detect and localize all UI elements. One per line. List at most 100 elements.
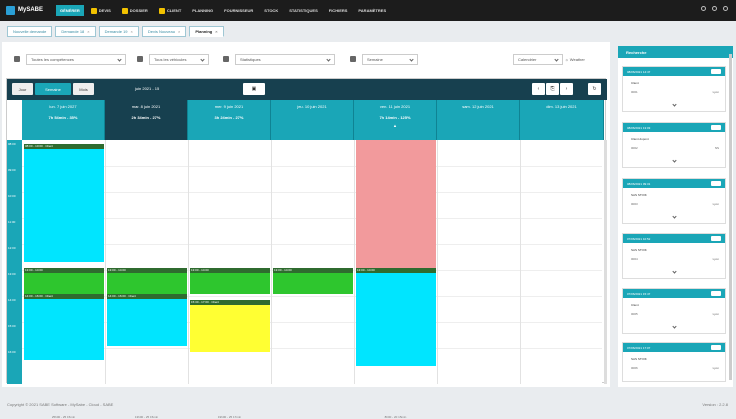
sidebar-scrollbar[interactable] <box>729 54 732 380</box>
page-footer: Copyright © 2021 SABE Software - MySabe … <box>0 398 736 414</box>
copy-button[interactable]: ⎘ <box>546 83 559 95</box>
refresh-button[interactable]: ↻ <box>588 83 601 95</box>
app-logo[interactable]: MySABE <box>6 4 50 16</box>
day-header[interactable]: ven. 11 juin 2021 7h 14min - 125% ▲ <box>354 100 437 140</box>
menu-item-devis[interactable]: DEVIS <box>87 5 115 16</box>
tab-demande-19[interactable]: Demande 19 × <box>98 26 139 37</box>
day-header[interactable]: mer. 9 juin 2021 3h 24min - 27% <box>188 100 271 140</box>
devis-icon <box>90 7 97 14</box>
chevron-down-icon[interactable] <box>672 102 677 107</box>
close-icon[interactable]: × <box>131 29 133 34</box>
event-block[interactable]: 13:00 - 14:00 <box>24 268 104 294</box>
calendar-scrollbar[interactable] <box>604 140 607 384</box>
close-icon[interactable]: × <box>87 29 89 34</box>
prev-button[interactable]: ‹ <box>532 83 545 95</box>
menu-item-stock[interactable]: STOCK <box>260 5 282 16</box>
user-icon[interactable] <box>712 6 717 11</box>
chevron-down-icon[interactable] <box>672 158 677 163</box>
chevron-down-icon[interactable] <box>672 269 677 274</box>
top-navbar: MySABE GÉNÉRER DEVIS DOSSIER CLIENT PLAN… <box>0 0 736 21</box>
event-block[interactable]: 13:00 - 14:00 <box>356 268 436 366</box>
event-block[interactable]: 14:00 - 16:00 · Client <box>24 294 104 360</box>
event-block[interactable]: 13:00 - 14:00 <box>107 268 187 294</box>
tab-nouvelle-demande[interactable]: Nouvelle demande <box>7 26 53 37</box>
menu-item-generer[interactable]: GÉNÉRER <box>56 5 84 16</box>
result-card[interactable]: 08/06/2021 13:03 Client dupont 0002 NS <box>622 122 726 168</box>
tab-demande-18[interactable]: Demande 18 × <box>55 26 96 37</box>
refresh-icon: ↻ <box>592 86 597 92</box>
day-total: 8h00 - 20 15min <box>384 415 407 419</box>
period-select[interactable]: Semaine <box>362 54 418 65</box>
vehicle-select[interactable]: Tous les véhicules <box>149 54 209 65</box>
result-card[interactable]: 07/06/2021 10:52 SAS STOIK 0004 Lyon <box>622 233 726 279</box>
menu-item-planning[interactable]: PLANNING <box>188 5 217 16</box>
grid-line <box>354 140 355 384</box>
weather-toggle[interactable]: ☼ Weather <box>565 54 585 65</box>
menu-item-parametres[interactable]: PARAMÈTRES <box>354 5 390 16</box>
view-week-button[interactable]: Semaine <box>35 83 71 95</box>
tab-planning[interactable]: Planning × <box>189 26 224 37</box>
stats-icon <box>223 56 229 62</box>
hour-label: 16:00 <box>8 350 16 354</box>
next-button[interactable]: › <box>560 83 573 95</box>
vehicle-icon <box>137 56 143 62</box>
day-header[interactable]: dim. 13 juin 2021 <box>520 100 604 140</box>
menu-item-fichiers[interactable]: FICHIERS <box>325 5 352 16</box>
event-block[interactable]: 14:00 - 16:00 · Client <box>107 294 187 346</box>
status-select[interactable]: Statistiques <box>235 54 335 65</box>
hour-label: 12:00 <box>8 246 16 250</box>
logout-icon[interactable] <box>723 6 728 11</box>
chevron-down-icon <box>409 57 414 62</box>
menu-item-dossier[interactable]: DOSSIER <box>118 5 152 16</box>
version: Version : 2.2.8 <box>702 402 728 407</box>
chevron-down-icon[interactable] <box>672 324 677 329</box>
calendar-icon <box>350 56 356 62</box>
day-header[interactable]: lun. 7 juin 2027 7h 54min - 35% <box>22 100 105 140</box>
hour-label: 10:00 <box>8 194 16 198</box>
day-total: 13h00 - 25 15min <box>134 415 159 419</box>
calendar: Jour Semaine Mois juin 2021 - 15 ▣ ‹ ⎘ ›… <box>6 78 607 419</box>
count-badge <box>711 345 721 350</box>
event-block[interactable]: 15:30 - 17:00 · Client <box>190 300 270 352</box>
event-block[interactable]: 13:00 - 14:00 <box>273 268 353 294</box>
day-header[interactable]: mar. 8 juin 2021 2h 34min - 27% <box>105 100 188 140</box>
hour-label: 11:00 <box>8 220 16 224</box>
calendar-select[interactable]: Calendrier <box>513 54 563 65</box>
hour-label: 13:00 <box>8 272 16 276</box>
event-block[interactable] <box>356 140 436 268</box>
chevron-down-icon <box>326 57 331 62</box>
chevron-down-icon[interactable] <box>672 214 677 219</box>
menu-item-statistiques[interactable]: STATISTIQUES <box>285 5 322 16</box>
close-icon[interactable]: × <box>178 29 180 34</box>
count-badge <box>711 236 721 241</box>
view-day-button[interactable]: Jour <box>12 83 33 95</box>
close-icon[interactable]: × <box>215 29 217 34</box>
main-menu: GÉNÉRER DEVIS DOSSIER CLIENT PLANNING FO… <box>56 5 390 16</box>
competence-select[interactable]: Toutes les compétences <box>26 54 126 65</box>
chevron-left-icon: ‹ <box>537 86 540 92</box>
copyright: Copyright © 2021 SABE Software - MySabe … <box>7 402 114 407</box>
hour-label: 09:00 <box>8 168 16 172</box>
hour-label: 08:00 <box>8 142 16 146</box>
result-card[interactable]: 07/06/2021 15:47 Client 0005 Lyon <box>622 288 726 334</box>
filter-bar: Toutes les compétences Tous les véhicule… <box>2 42 610 72</box>
menu-item-client[interactable]: CLIENT <box>155 5 185 16</box>
notification-icon[interactable] <box>701 6 706 11</box>
view-month-button[interactable]: Mois <box>73 83 94 95</box>
day-header[interactable]: jeu. 10 juin 2021 <box>271 100 354 140</box>
copy-icon: ⎘ <box>550 86 555 92</box>
grid-line <box>22 348 602 349</box>
event-block[interactable]: 13:00 - 14:00 <box>190 268 270 294</box>
result-card[interactable]: 08/06/2021 14:47 Client 0001 Lyon <box>622 66 726 112</box>
result-card[interactable]: 07/06/2021 17:07 SAS STOIK 0006 Lyon <box>622 342 726 382</box>
grid-line <box>22 244 602 245</box>
menu-item-fournisseur[interactable]: FOURNISSEUR <box>220 5 257 16</box>
day-total: 25h00 - 25 15min <box>51 415 76 419</box>
tab-devis-nouveau[interactable]: Devis Nouveau × <box>141 26 187 37</box>
chevron-right-icon: › <box>565 86 568 92</box>
event-block[interactable]: 08:00 - 10:00 · Client <box>24 144 104 262</box>
result-card[interactable]: 08/06/2021 09:31 SAS STOIK 0003 Lyon <box>622 178 726 224</box>
calendar-grid[interactable]: 08:00 - 10:00 · Client 13:00 - 14:00 14:… <box>22 140 602 384</box>
print-button[interactable]: ▣ <box>243 83 265 95</box>
day-header[interactable]: sam. 12 juin 2021 <box>437 100 520 140</box>
